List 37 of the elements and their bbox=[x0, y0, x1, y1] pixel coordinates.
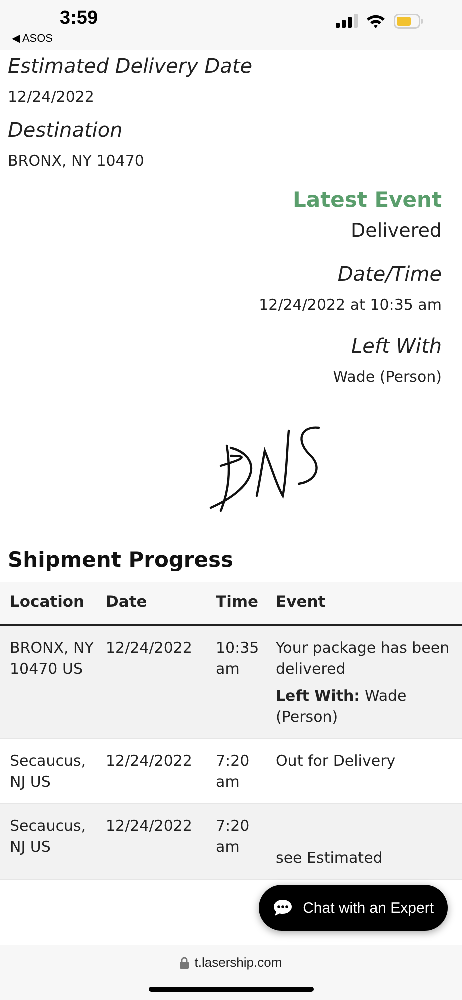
field-label: Date/Time bbox=[338, 262, 442, 286]
field-value: 12/24/2022 at 10:35 am bbox=[259, 296, 442, 314]
table-cell-text: 12/24/2022 bbox=[106, 750, 194, 772]
table-cell-text: 12/24/2022 bbox=[106, 816, 194, 837]
wifi-icon bbox=[366, 14, 386, 28]
table-cell-text: 7:20 am bbox=[216, 816, 251, 858]
table-cell-text: 10:35 am bbox=[216, 638, 260, 680]
event-status: Delivered bbox=[351, 220, 442, 242]
back-link[interactable]: ◀ ASOS bbox=[12, 32, 98, 45]
signal-icon bbox=[336, 14, 358, 28]
field-label: Destination bbox=[8, 118, 124, 142]
battery-icon bbox=[394, 14, 424, 28]
field-label: Estimated Delivery Date bbox=[8, 54, 254, 78]
field-value: 12/24/2022 bbox=[8, 88, 96, 106]
section-heading: Latest Event bbox=[293, 188, 442, 212]
url-text[interactable]: t.lasership.com bbox=[194, 955, 282, 970]
column-header: Date bbox=[106, 592, 148, 613]
chat-button[interactable]: Chat with an Expert bbox=[259, 885, 448, 931]
table-cell-text: see Estimated bbox=[276, 848, 384, 869]
field-label: Left With bbox=[351, 334, 442, 358]
table-cell-text: Secaucus, NJ US bbox=[10, 816, 88, 858]
table-cell-text: Left With: Wade (Person) bbox=[276, 686, 408, 728]
column-header: Event bbox=[276, 592, 327, 613]
table-cell-text: 7:20 am bbox=[216, 750, 251, 793]
table-cell-text: 12/24/2022 bbox=[106, 638, 194, 659]
table-cell-text: Your package has been delivered bbox=[276, 638, 451, 680]
chat-bubble-icon bbox=[273, 899, 294, 917]
lock-icon bbox=[180, 956, 189, 968]
table-cell-text: Out for Delivery bbox=[276, 750, 397, 772]
field-value: BRONX, NY 10470 bbox=[8, 152, 146, 170]
field-value: Wade (Person) bbox=[333, 368, 442, 386]
table-cell-text: Secaucus, NJ US bbox=[10, 750, 88, 793]
column-header: Location bbox=[10, 592, 86, 613]
table-cell-text: BRONX, NY 10470 US bbox=[10, 638, 95, 680]
section-heading: Shipment Progress bbox=[7, 547, 235, 574]
column-header: Time bbox=[216, 592, 260, 613]
clock-time: 3:59 bbox=[60, 8, 98, 30]
